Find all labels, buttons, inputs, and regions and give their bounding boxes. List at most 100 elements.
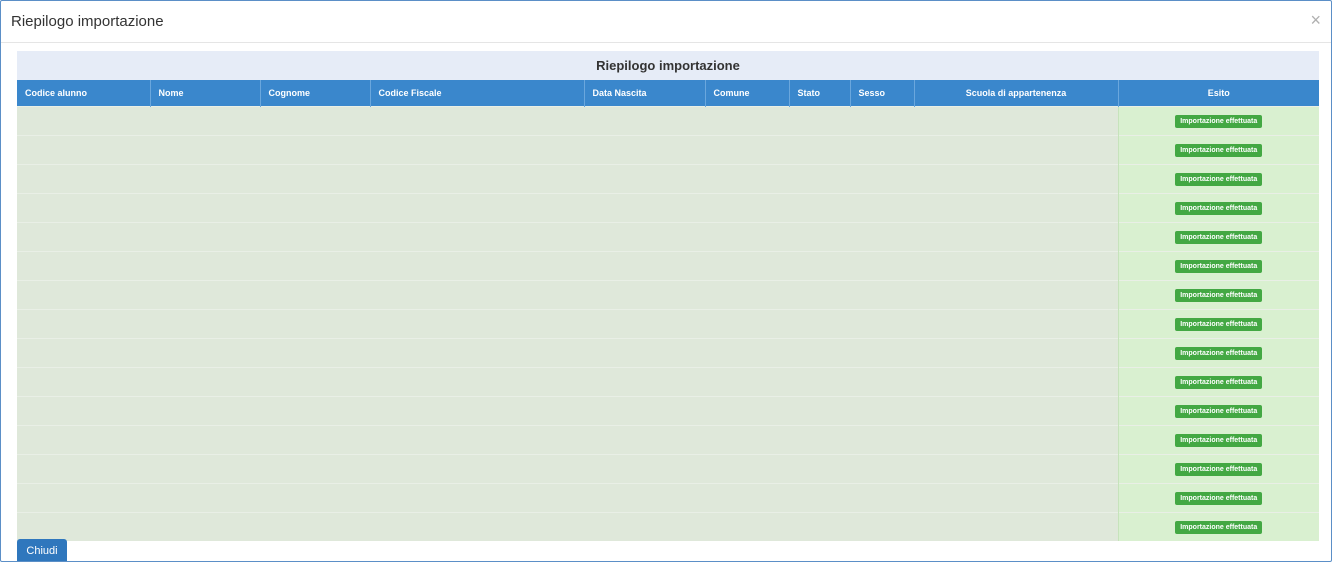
table-cell	[370, 280, 584, 310]
table-row: Importazione effettuata	[17, 193, 1319, 223]
status-badge: Importazione effettuata	[1175, 520, 1263, 534]
table-cell	[705, 483, 789, 513]
table-cell	[789, 425, 850, 455]
table-cell	[260, 106, 370, 136]
table-cell	[370, 338, 584, 368]
column-header-codice-fiscale[interactable]: Codice Fiscale	[369, 80, 584, 107]
column-header-nome[interactable]: Nome	[149, 80, 260, 107]
table-cell	[789, 222, 850, 252]
table-header-row: Codice alunno Nome Cognome Codice Fiscal…	[17, 80, 1319, 107]
status-badge: Importazione effettuata	[1175, 375, 1263, 389]
table-cell	[850, 106, 914, 136]
modal-title: Riepilogo importazione	[11, 13, 164, 30]
esito-cell: Importazione effettuata	[1117, 251, 1319, 281]
esito-cell: Importazione effettuata	[1117, 454, 1319, 484]
table-cell	[584, 483, 705, 513]
table-cell	[17, 367, 150, 397]
close-icon[interactable]: ×	[1310, 11, 1321, 29]
table-cell	[150, 396, 260, 426]
table-cell	[705, 222, 789, 252]
table-cell	[789, 396, 850, 426]
table-cell	[914, 222, 1118, 252]
table-cell	[584, 222, 705, 252]
table-cell	[370, 222, 584, 252]
table-cell	[150, 425, 260, 455]
table-cell	[850, 280, 914, 310]
table-cell	[260, 251, 370, 281]
table-cell	[914, 367, 1118, 397]
table-cell	[705, 425, 789, 455]
table-cell	[260, 512, 370, 541]
table-row: Importazione effettuata	[17, 338, 1319, 368]
status-badge: Importazione effettuata	[1175, 288, 1263, 302]
column-header-cognome[interactable]: Cognome	[259, 80, 370, 107]
table-cell	[260, 280, 370, 310]
table-cell	[850, 512, 914, 541]
table-cell	[789, 483, 850, 513]
table-cell	[705, 135, 789, 165]
table-body: Importazione effettuata Importazione effe…	[17, 106, 1319, 541]
table-cell	[789, 251, 850, 281]
table-caption: Riepilogo importazione	[17, 51, 1319, 80]
table-cell	[789, 135, 850, 165]
column-header-stato[interactable]: Stato	[788, 80, 850, 107]
table-cell	[584, 135, 705, 165]
table-cell	[260, 309, 370, 339]
table-row: Importazione effettuata	[17, 454, 1319, 484]
table-cell	[150, 367, 260, 397]
table-row: Importazione effettuata	[17, 251, 1319, 281]
status-badge: Importazione effettuata	[1175, 317, 1263, 331]
table-cell	[260, 425, 370, 455]
table-cell	[150, 483, 260, 513]
table-cell	[705, 251, 789, 281]
column-header-sesso[interactable]: Sesso	[849, 80, 914, 107]
table-cell	[260, 338, 370, 368]
status-badge: Importazione effettuata	[1175, 433, 1263, 447]
table-cell	[914, 251, 1118, 281]
table-cell	[850, 454, 914, 484]
table-cell	[584, 454, 705, 484]
table-cell	[705, 309, 789, 339]
table-cell	[584, 280, 705, 310]
table-cell	[584, 193, 705, 223]
table-cell	[914, 193, 1118, 223]
table-cell	[17, 338, 150, 368]
table-cell	[260, 396, 370, 426]
table-cell	[584, 309, 705, 339]
table-cell	[850, 396, 914, 426]
table-cell	[370, 367, 584, 397]
table-cell	[17, 396, 150, 426]
table-row: Importazione effettuata	[17, 164, 1319, 194]
table-cell	[370, 193, 584, 223]
table-cell	[17, 222, 150, 252]
table-cell	[850, 338, 914, 368]
table-cell	[370, 425, 584, 455]
table-cell	[850, 425, 914, 455]
table-cell	[370, 454, 584, 484]
table-row: Importazione effettuata	[17, 222, 1319, 252]
table-cell	[850, 193, 914, 223]
table-cell	[789, 338, 850, 368]
table-cell	[914, 512, 1118, 541]
column-header-comune[interactable]: Comune	[704, 80, 789, 107]
table-cell	[789, 309, 850, 339]
table-cell	[150, 193, 260, 223]
table-row: Importazione effettuata	[17, 106, 1319, 136]
table-cell	[17, 164, 150, 194]
close-button[interactable]: Chiudi	[17, 539, 67, 561]
table-cell	[914, 338, 1118, 368]
table-cell	[914, 454, 1118, 484]
esito-cell: Importazione effettuata	[1117, 222, 1319, 252]
table-cell	[260, 135, 370, 165]
column-header-esito[interactable]: Esito	[1117, 80, 1319, 107]
import-summary-modal: Riepilogo importazione × Riepilogo impor…	[0, 0, 1332, 562]
table-cell	[705, 396, 789, 426]
column-header-codice-alunno[interactable]: Codice alunno	[17, 80, 150, 107]
table-cell	[705, 367, 789, 397]
esito-cell: Importazione effettuata	[1117, 483, 1319, 513]
esito-cell: Importazione effettuata	[1117, 280, 1319, 310]
table-cell	[17, 251, 150, 281]
table-cell	[584, 512, 705, 541]
column-header-data-nascita[interactable]: Data Nascita	[583, 80, 705, 107]
column-header-scuola[interactable]: Scuola di appartenenza	[913, 80, 1118, 107]
